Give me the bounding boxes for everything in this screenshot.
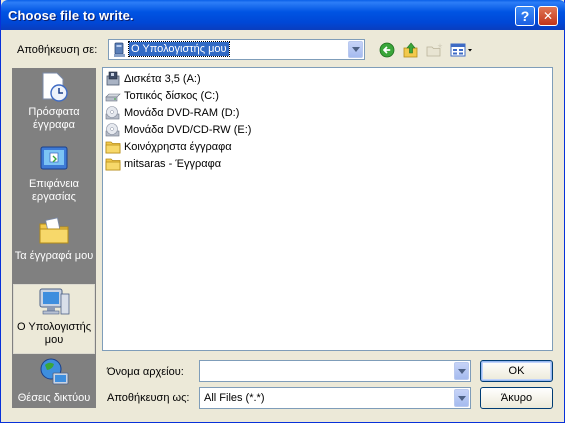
filename-label: Όνομα αρχείου: (107, 366, 184, 378)
file-name: Μονάδα DVD/CD-RW (E:) (124, 124, 252, 136)
dvd-ram-drive-icon (105, 106, 120, 120)
places-bar: Πρόσφατα έγγραφα Επιφάνεια εργασίας Τα έ… (12, 68, 96, 408)
filename-input[interactable] (199, 360, 471, 382)
list-item[interactable]: Μονάδα DVD/CD-RW (E:) (105, 122, 251, 138)
views-menu-button[interactable] (449, 41, 475, 59)
network-places-icon (40, 358, 69, 385)
cancel-button[interactable]: Άκυρο (480, 387, 553, 409)
save-in-value: Ο Υπολογιστής μου (128, 41, 230, 57)
close-icon: ✕ (542, 9, 554, 23)
file-dialog-window: Choose file to write. ? ✕ Αποθήκευση σε:… (0, 0, 565, 423)
dvd-cdrw-drive-icon (105, 123, 120, 137)
floppy-drive-icon (106, 71, 120, 86)
file-name: Μονάδα DVD-RAM (D:) (124, 107, 240, 119)
save-in-dropdown[interactable]: Ο Υπολογιστής μου (108, 39, 365, 60)
folder-icon (105, 158, 121, 171)
place-label: Επιφάνεια εργασίας (28, 178, 80, 203)
place-label: Θέσεις δικτύου (17, 392, 91, 404)
place-my-documents[interactable]: Τα έγγραφά μου (13, 214, 95, 284)
back-button[interactable] (378, 41, 396, 59)
list-item[interactable]: Κοινόχρηστα έγγραφα (105, 139, 232, 155)
hard-disk-icon (105, 93, 121, 102)
file-name: mitsaras - Έγγραφα (124, 158, 222, 170)
list-item[interactable]: Δισκέτα 3,5 (A:) (105, 71, 201, 87)
desktop-icon (40, 146, 68, 170)
back-arrow-icon (379, 42, 395, 58)
chevron-down-icon (457, 368, 466, 374)
place-label: Πρόσφατα έγγραφα (28, 106, 80, 131)
place-label: Ο Υπολογιστής μου (16, 321, 92, 346)
views-menu-icon (450, 43, 472, 57)
folder-icon (105, 141, 121, 154)
my-computer-small-icon (114, 42, 125, 57)
list-item[interactable]: Μονάδα DVD-RAM (D:) (105, 105, 239, 121)
save-in-label: Αποθήκευση σε: (17, 44, 98, 56)
chevron-down-icon (457, 395, 466, 401)
place-desktop[interactable]: Επιφάνεια εργασίας (13, 142, 95, 212)
chevron-down-icon (351, 47, 360, 52)
save-as-type-dropdown[interactable]: All Files (*.*) (199, 387, 471, 409)
up-folder-icon (403, 42, 418, 58)
title-bar[interactable]: Choose file to write. ? ✕ (1, 0, 565, 30)
file-name: Τοπικός δίσκος (C:) (124, 90, 219, 102)
up-one-level-button[interactable] (402, 41, 420, 59)
help-icon: ? (520, 8, 530, 24)
file-name: Δισκέτα 3,5 (A:) (124, 73, 201, 85)
file-list[interactable]: Δισκέτα 3,5 (A:) Τοπικός δίσκος (C:) Μον… (102, 67, 553, 351)
new-folder-icon (426, 43, 443, 57)
place-recent-documents[interactable]: Πρόσφατα έγγραφα (13, 70, 95, 140)
place-network-places[interactable]: Θέσεις δικτύου (13, 356, 95, 408)
filename-dropdown-arrow[interactable] (454, 362, 469, 380)
create-new-folder-button[interactable] (425, 41, 445, 59)
save-as-type-dropdown-arrow[interactable] (454, 389, 469, 407)
window-title: Choose file to write. (8, 8, 134, 23)
file-name: Κοινόχρηστα έγγραφα (124, 141, 232, 153)
my-computer-icon (39, 288, 70, 315)
place-my-computer[interactable]: Ο Υπολογιστής μου (13, 284, 95, 354)
list-item[interactable]: Τοπικός δίσκος (C:) (105, 88, 219, 104)
recent-documents-icon (42, 72, 68, 102)
help-button[interactable]: ? (515, 6, 535, 26)
place-label: Τα έγγραφά μου (14, 250, 94, 262)
list-item[interactable]: mitsaras - Έγγραφα (105, 156, 221, 172)
my-documents-icon (39, 217, 69, 244)
save-in-dropdown-arrow[interactable] (348, 41, 363, 58)
save-as-type-value: All Files (*.*) (204, 392, 265, 404)
close-button[interactable]: ✕ (538, 6, 558, 26)
ok-button[interactable]: OK (480, 360, 553, 382)
save-as-type-label: Αποθήκευση ως: (107, 392, 190, 404)
